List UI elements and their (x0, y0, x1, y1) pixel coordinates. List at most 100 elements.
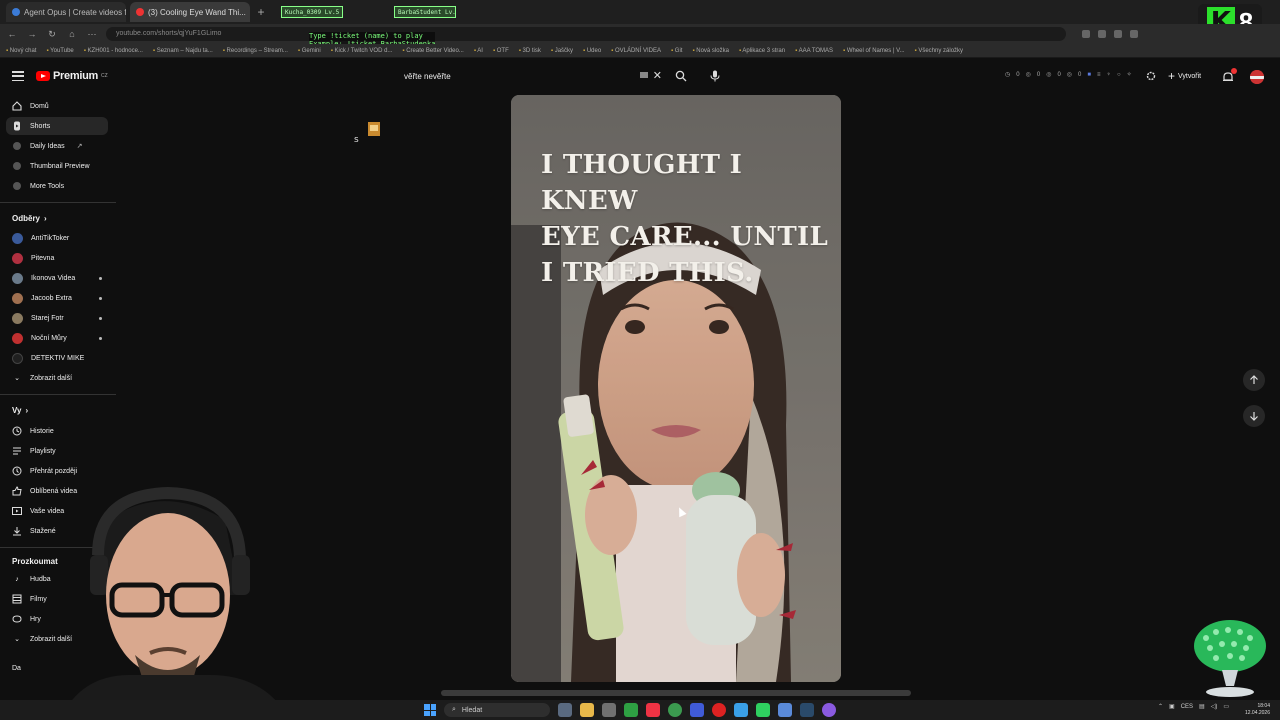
app-icon[interactable] (646, 703, 660, 717)
sidebar-item-thumbnail-preview[interactable]: Thumbnail Preview (6, 157, 108, 175)
subscriptions-heading[interactable]: Odběry › (12, 214, 47, 223)
trophy-icon[interactable]: ♆ (1107, 72, 1112, 78)
bookmark-item[interactable]: Seznam – Najdu ta... (153, 48, 213, 54)
sidebar-channel[interactable]: Jacoob Extra (6, 289, 108, 307)
bookmark-folder[interactable]: AI (474, 48, 483, 54)
download-icon (12, 526, 22, 536)
sidebar-item-home[interactable]: Domů (6, 97, 108, 115)
battery-icon[interactable]: ▭ (1223, 703, 1229, 710)
heading-label: Da (12, 665, 21, 672)
bookmark-folder[interactable]: Aplikace 3 stran (739, 48, 785, 54)
bookmark-folder[interactable]: OVLÁDNÍ VIDEA (611, 48, 661, 54)
app-icon[interactable] (734, 703, 748, 717)
chat-icon[interactable]: ○ (1117, 72, 1121, 78)
sidebar-item-playlists[interactable]: Playlisty (6, 442, 108, 460)
bookmark-item[interactable]: YouTube (46, 48, 74, 54)
bookmark-folder[interactable]: AAA TOMAS (795, 48, 833, 54)
sidebar-channel[interactable]: Pitevna (6, 249, 108, 267)
sidebar-channel[interactable]: AntiTikToker (6, 229, 108, 247)
site-info-icon[interactable]: ⋯ (86, 29, 98, 40)
bookmark-folder[interactable]: Nová složka (692, 48, 729, 54)
settings-extension-icon[interactable] (1146, 71, 1156, 81)
bookmark-item[interactable]: Gemini (298, 48, 321, 54)
chrome-icon[interactable] (668, 703, 682, 717)
bookmark-item[interactable]: Nový chat (6, 48, 37, 54)
taskbar-clock[interactable]: 18:04 12.04.2026 (1245, 703, 1270, 717)
all-bookmarks[interactable]: Všechny záložky (915, 48, 963, 54)
home-nav-icon[interactable]: ⌂ (66, 29, 78, 39)
network-icon[interactable]: ▤ (1199, 703, 1205, 710)
clear-search-icon[interactable]: ✕ (653, 69, 662, 82)
account-avatar[interactable] (1250, 70, 1264, 84)
xbox-icon[interactable] (624, 703, 638, 717)
language-indicator[interactable]: CES (1181, 704, 1193, 710)
sparkle-icon[interactable]: ✧ (1127, 71, 1132, 78)
sidebar-channel[interactable]: Noční Můry (6, 329, 108, 347)
bookmark-item[interactable]: Wheel of Names | V... (843, 48, 905, 54)
create-button[interactable]: + Vytvořit (1168, 69, 1201, 83)
steam-icon[interactable] (800, 703, 814, 717)
extension-icon[interactable] (1130, 30, 1138, 38)
youtube-logo[interactable]: Premium CZ (36, 70, 108, 82)
star-icon[interactable] (1098, 30, 1106, 38)
extension-icon[interactable] (1082, 30, 1090, 38)
windows-start-icon[interactable] (424, 704, 436, 716)
opera-icon[interactable] (712, 703, 726, 717)
volume-icon[interactable]: ◁) (1211, 703, 1218, 710)
list-icon[interactable]: ≡ (1097, 72, 1101, 78)
tray-chevron-icon[interactable]: ⌃ (1158, 703, 1163, 710)
sidebar-show-more[interactable]: ⌄ Zobrazit další (6, 369, 108, 387)
browser-tab[interactable]: Agent Opus | Create videos fro ✕ (6, 2, 126, 22)
arrow-down-icon (1250, 412, 1258, 421)
sidebar-item-daily-ideas[interactable]: Daily Ideas ↗ (6, 137, 108, 155)
search-button[interactable] (672, 67, 690, 85)
sidebar-channel[interactable]: Ikonova Videa (6, 269, 108, 287)
forward-icon[interactable]: → (26, 29, 38, 39)
shorts-video-player[interactable]: I THOUGHT I KNEW EYE CARE... UNTIL I TRI… (511, 95, 841, 682)
notifications-button[interactable] (1222, 68, 1237, 82)
bookmark-folder[interactable]: Git (671, 48, 683, 54)
you-heading[interactable]: Vy › (12, 406, 28, 415)
sidebar-item-more-tools[interactable]: More Tools (6, 177, 108, 195)
menu-icon[interactable] (12, 71, 24, 81)
explorer-icon[interactable] (580, 703, 594, 717)
plus-icon: + (1168, 69, 1176, 83)
reload-icon[interactable]: ↻ (46, 29, 58, 40)
app-icon[interactable] (778, 703, 792, 717)
sidebar-item-watch-later[interactable]: Přehrát později (6, 462, 108, 480)
bookmark-folder[interactable]: 3D tisk (519, 48, 541, 54)
previous-short-button[interactable] (1243, 369, 1265, 391)
app-icon[interactable] (756, 703, 770, 717)
sidebar-channel[interactable]: Starej Fotr (6, 309, 108, 327)
settings-icon[interactable] (602, 703, 616, 717)
sidebar-item-history[interactable]: Historie (6, 422, 108, 440)
sidebar-channel[interactable]: DETEKTIV MIKE (6, 349, 108, 367)
app-icon[interactable] (822, 703, 836, 717)
search-input[interactable]: věřte nevěřte ✕ (396, 67, 666, 85)
new-tab-icon[interactable]: + (254, 5, 268, 19)
voice-search-button[interactable] (706, 67, 724, 85)
url-field[interactable]: youtube.com/shorts/qjYuF1GLimo (106, 27, 1066, 41)
bookmark-item[interactable]: Create Better Video... (402, 48, 464, 54)
extension-icon[interactable]: ■ (1087, 72, 1091, 78)
browser-tab-active[interactable]: (3) Cooling Eye Wand Thi... ✕ (130, 2, 250, 22)
bookmark-item[interactable]: Kick / Twitch VOD d... (331, 48, 393, 54)
bookmark-item[interactable]: Recordings – Stream... (223, 48, 288, 54)
tray-app-icon[interactable]: ▣ (1169, 703, 1175, 710)
next-short-button[interactable] (1243, 405, 1265, 427)
bookmark-folder[interactable]: OTF (493, 48, 509, 54)
bookmark-folder[interactable]: Jaščky (551, 48, 573, 54)
sidebar-item-shorts[interactable]: Shorts (6, 117, 108, 135)
app-icon[interactable] (690, 703, 704, 717)
bookmark-item[interactable]: KZH001 - hodnoce... (84, 48, 143, 54)
channel-name: Noční Můry (31, 334, 67, 342)
task-view-icon[interactable] (558, 703, 572, 717)
taskbar-search[interactable]: ⌕ Hledat (444, 703, 550, 717)
home-icon (12, 101, 22, 111)
channel-name: Jacoob Extra (31, 294, 72, 302)
bookmark-folder[interactable]: Udeo (583, 48, 601, 54)
keyboard-icon[interactable] (640, 72, 648, 78)
back-icon[interactable]: ← (6, 29, 18, 39)
extension-icon[interactable] (1114, 30, 1122, 38)
gaming-icon (12, 614, 22, 624)
